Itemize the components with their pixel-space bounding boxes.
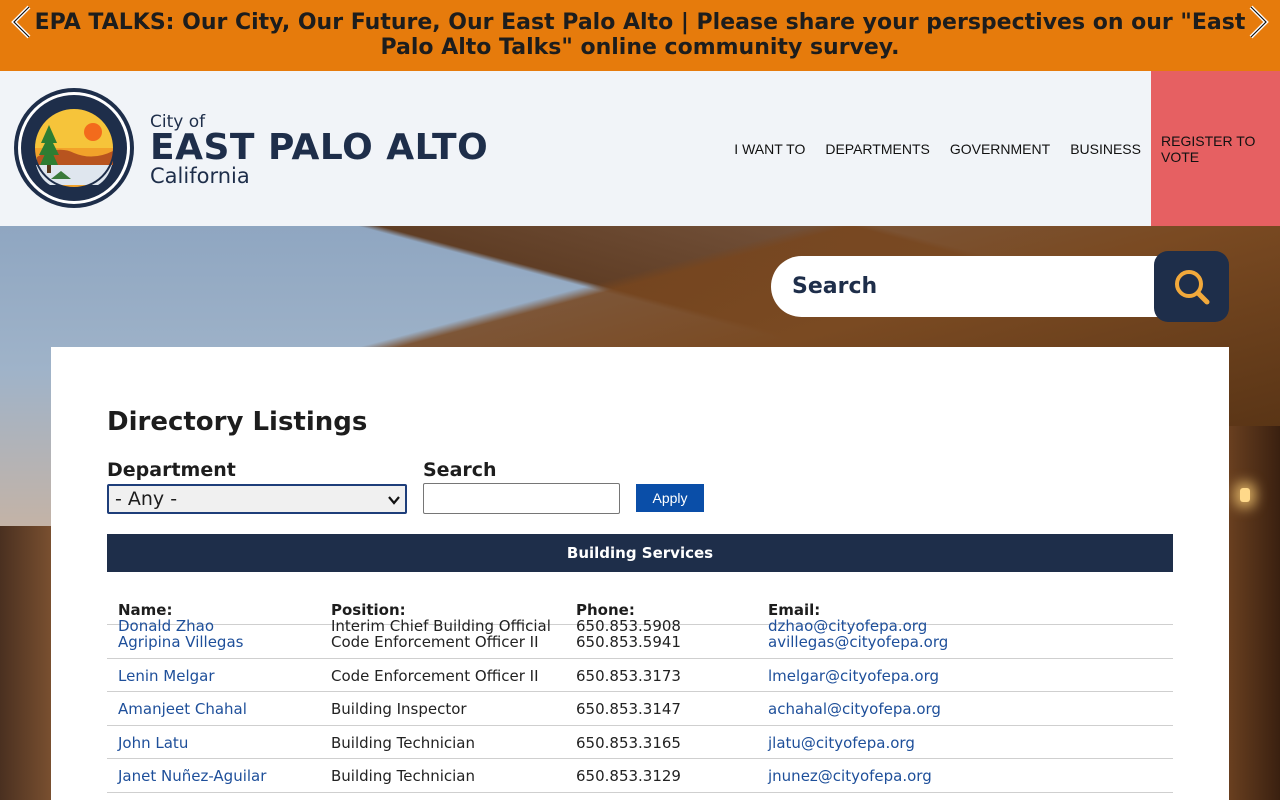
- chevron-left-icon: [11, 5, 31, 39]
- staff-email-link[interactable]: jnunez@cityofepa.org: [768, 767, 932, 785]
- table-row: Amanjeet Chahal Building Inspector 650.8…: [107, 692, 1173, 726]
- staff-position: Code Enforcement Officer II: [331, 666, 539, 685]
- alert-banner: EPA TALKS: Our City, Our Future, Our Eas…: [0, 0, 1280, 71]
- staff-position: Building Technician: [331, 733, 476, 752]
- table-row: Agripina Villegas Code Enforcement Offic…: [107, 625, 1173, 659]
- nav-business[interactable]: BUSINESS: [1060, 71, 1151, 226]
- main-nav: I WANT TO DEPARTMENTS GOVERNMENT BUSINES…: [724, 71, 1280, 226]
- apply-button[interactable]: Apply: [636, 484, 704, 512]
- staff-name-link[interactable]: Agripina Villegas: [118, 633, 243, 651]
- staff-position: Building Technician: [331, 767, 476, 786]
- alert-text[interactable]: EPA TALKS: Our City, Our Future, Our Eas…: [28, 10, 1252, 60]
- wall-lamp: [1240, 488, 1250, 502]
- department-select[interactable]: - Any -: [107, 484, 407, 514]
- site-search-button[interactable]: [1154, 251, 1229, 322]
- table-row: Name: Position: Phone: Email: Donald Zha…: [107, 593, 1173, 635]
- staff-name-link[interactable]: Lenin Melgar: [118, 667, 215, 685]
- directory-card: Directory Listings Department - Any - Se…: [51, 347, 1229, 800]
- page-title: Directory Listings: [107, 407, 368, 437]
- city-wordmark[interactable]: City of EAST PALO ALTO California: [150, 113, 488, 187]
- table-row: Lenin Melgar Code Enforcement Officer II…: [107, 659, 1173, 693]
- section-heading-building-services: Building Services: [107, 534, 1173, 572]
- right-pillar: [1228, 426, 1280, 800]
- next-alert-button[interactable]: [1246, 4, 1272, 40]
- logo-state: California: [150, 164, 250, 188]
- staff-email-link[interactable]: jlatu@cityofepa.org: [768, 734, 915, 752]
- search-label: Search: [423, 459, 497, 481]
- logo-city-name: EAST PALO ALTO: [150, 127, 489, 168]
- chevron-down-icon: [388, 496, 400, 505]
- site-search-input[interactable]: [771, 256, 1191, 317]
- department-selected-value: - Any -: [115, 488, 178, 510]
- directory-search-input[interactable]: [423, 483, 620, 514]
- staff-email-link[interactable]: lmelgar@cityofepa.org: [768, 667, 939, 685]
- chevron-right-icon: [1249, 5, 1269, 39]
- staff-phone: 650.853.5941: [576, 633, 681, 651]
- staff-name-link[interactable]: Amanjeet Chahal: [118, 700, 247, 718]
- staff-name-link[interactable]: John Latu: [118, 734, 188, 752]
- city-seal-logo[interactable]: [13, 87, 135, 209]
- department-label: Department: [107, 459, 236, 481]
- staff-phone: 650.853.3147: [576, 700, 681, 719]
- staff-email-link[interactable]: avillegas@cityofepa.org: [768, 633, 948, 651]
- previous-alert-button[interactable]: [8, 4, 34, 40]
- nav-register-to-vote[interactable]: REGISTER TO VOTE: [1151, 71, 1280, 226]
- left-pillar: [0, 526, 52, 800]
- staff-position: Building Inspector: [331, 700, 467, 719]
- nav-government[interactable]: GOVERNMENT: [940, 71, 1060, 226]
- table-row: Janet Nuñez-Aguilar Building Technician …: [107, 759, 1173, 793]
- staff-email-link[interactable]: achahal@cityofepa.org: [768, 700, 941, 718]
- nav-departments[interactable]: DEPARTMENTS: [815, 71, 940, 226]
- site-search: [771, 251, 1229, 322]
- nav-i-want-to[interactable]: I WANT TO: [724, 71, 815, 226]
- staff-position: Code Enforcement Officer II: [331, 633, 539, 651]
- staff-name-link[interactable]: Janet Nuñez-Aguilar: [118, 767, 266, 785]
- staff-phone: 650.853.3173: [576, 666, 681, 685]
- table-row: John Latu Building Technician 650.853.31…: [107, 726, 1173, 760]
- site-header: City of EAST PALO ALTO California I WANT…: [0, 71, 1280, 226]
- search-icon: [1174, 269, 1209, 304]
- staff-phone: 650.853.3165: [576, 733, 681, 752]
- directory-table: Name: Position: Phone: Email: Donald Zha…: [107, 593, 1173, 793]
- staff-phone: 650.853.3129: [576, 767, 681, 786]
